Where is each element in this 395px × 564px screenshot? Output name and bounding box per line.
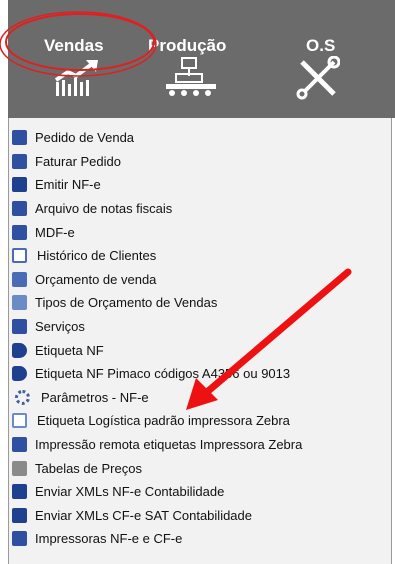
truck-icon: [12, 224, 27, 240]
factory-robot-icon[interactable]: [164, 56, 224, 98]
calendar-icon: [12, 248, 27, 264]
invoice-icon: [12, 153, 27, 169]
tab-vendas-label[interactable]: Vendas: [44, 36, 104, 56]
main-toolbar: Vendas Produção O.S: [0, 0, 395, 118]
tab-os-label[interactable]: O.S: [306, 36, 335, 56]
document-list-icon: [12, 130, 27, 146]
tag-icon: [12, 342, 27, 358]
menu-item-historico-clientes[interactable]: Histórico de Clientes: [8, 244, 378, 268]
printer-icon: [12, 437, 27, 453]
menu-item-impressao-remota-zebra[interactable]: Impressão remota etiquetas Impressora Ze…: [8, 433, 378, 457]
menu-item-tipos-orcamento[interactable]: Tipos de Orçamento de Vendas: [8, 291, 378, 315]
tab-producao-label[interactable]: Produção: [148, 36, 226, 56]
printer-icon: [12, 531, 27, 547]
label-icon: [12, 413, 27, 429]
tools-wrench-screwdriver-icon[interactable]: [296, 56, 340, 100]
export-arrow-icon: [12, 201, 27, 217]
quote-icon: [12, 271, 27, 287]
menu-item-pedido-de-venda[interactable]: Pedido de Venda: [8, 126, 378, 150]
menu-item-tabelas-precos[interactable]: Tabelas de Preços: [8, 456, 378, 480]
toolbar-left-strip: [0, 0, 8, 118]
menu-item-mdfe[interactable]: MDF-e: [8, 220, 378, 244]
menu-item-etiqueta-nf[interactable]: Etiqueta NF: [8, 338, 378, 362]
menu-item-emitir-nfe[interactable]: Emitir NF-e: [8, 173, 378, 197]
menu-item-enviar-xml-cfe-sat[interactable]: Enviar XMLs CF-e SAT Contabilidade: [8, 504, 378, 528]
menu-item-orcamento-venda[interactable]: Orçamento de venda: [8, 268, 378, 292]
menu-item-faturar-pedido[interactable]: Faturar Pedido: [8, 150, 378, 174]
sales-chart-icon[interactable]: [50, 58, 106, 98]
people-icon: [12, 319, 27, 335]
menu-item-parametros-nfe[interactable]: Parâmetros - NF-e: [8, 386, 378, 410]
menu-item-impressoras-nfe-cfe[interactable]: Impressoras NF-e e CF-e: [8, 527, 378, 551]
xml-send-icon: [12, 507, 27, 523]
gear-icon: [15, 389, 30, 405]
xml-send-icon: [12, 484, 27, 500]
hierarchy-icon: [12, 295, 27, 311]
nfe-document-icon: [12, 177, 27, 193]
menu-item-etiqueta-nf-pimaco[interactable]: Etiqueta NF Pimaco códigos A4356 ou 9013: [8, 362, 378, 386]
price-table-icon: [12, 460, 27, 476]
tag-icon: [12, 366, 27, 382]
menu-item-arquivo-notas-fiscais[interactable]: Arquivo de notas fiscais: [8, 197, 378, 221]
menu-item-enviar-xml-nfe[interactable]: Enviar XMLs NF-e Contabilidade: [8, 480, 378, 504]
menu-item-servicos[interactable]: Serviços: [8, 315, 378, 339]
menu-list: Pedido de Venda Faturar Pedido Emitir NF…: [8, 126, 378, 551]
menu-item-etiqueta-logistica-zebra[interactable]: Etiqueta Logística padrão impressora Zeb…: [8, 409, 378, 433]
